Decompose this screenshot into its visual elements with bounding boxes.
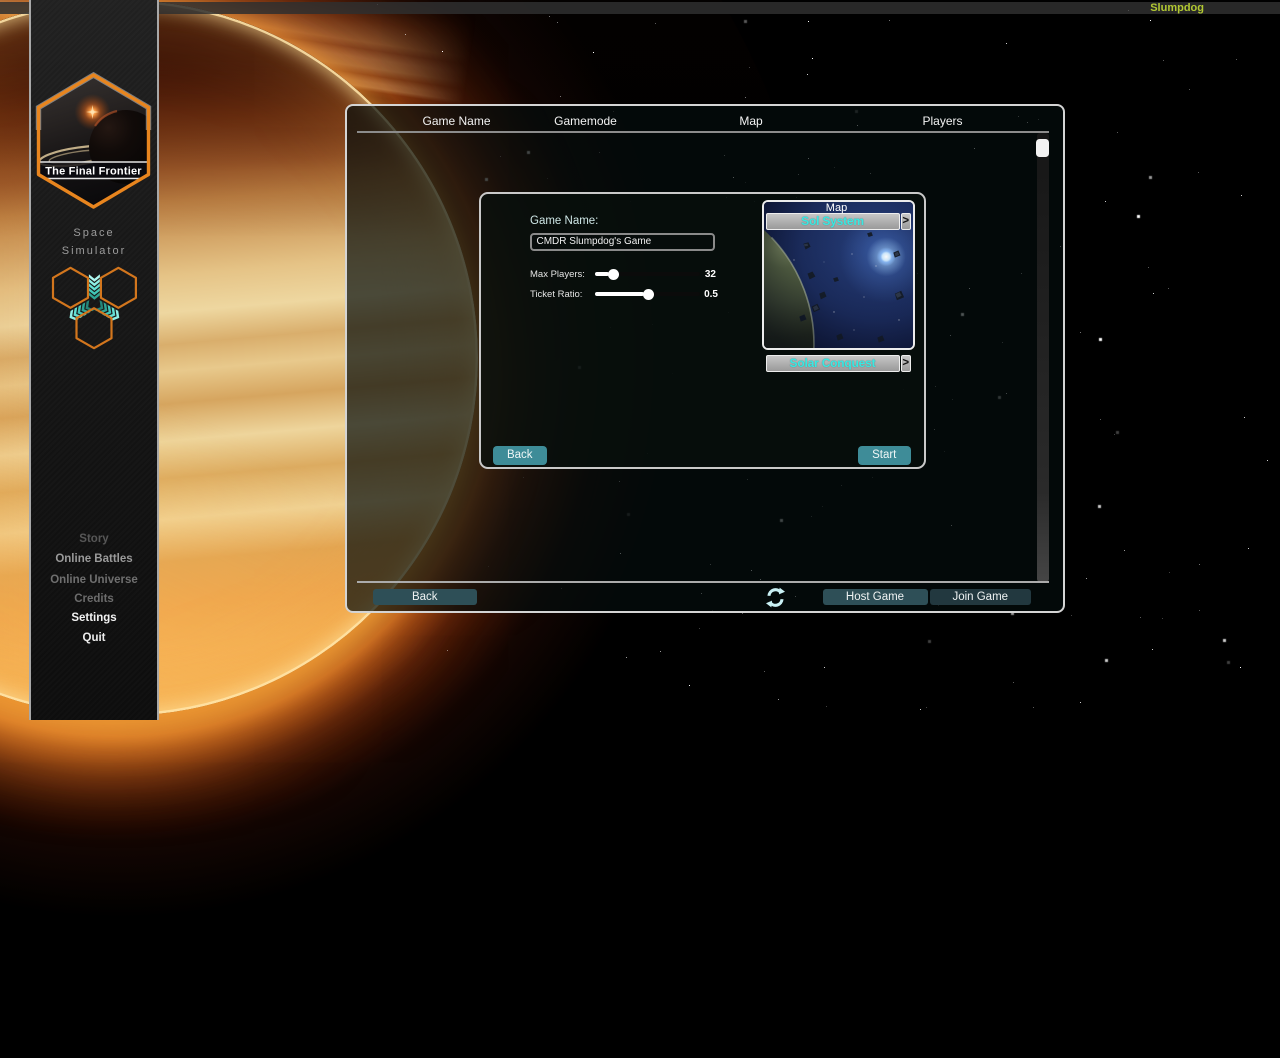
- svg-text:The Final Frontier: The Final Frontier: [45, 165, 142, 177]
